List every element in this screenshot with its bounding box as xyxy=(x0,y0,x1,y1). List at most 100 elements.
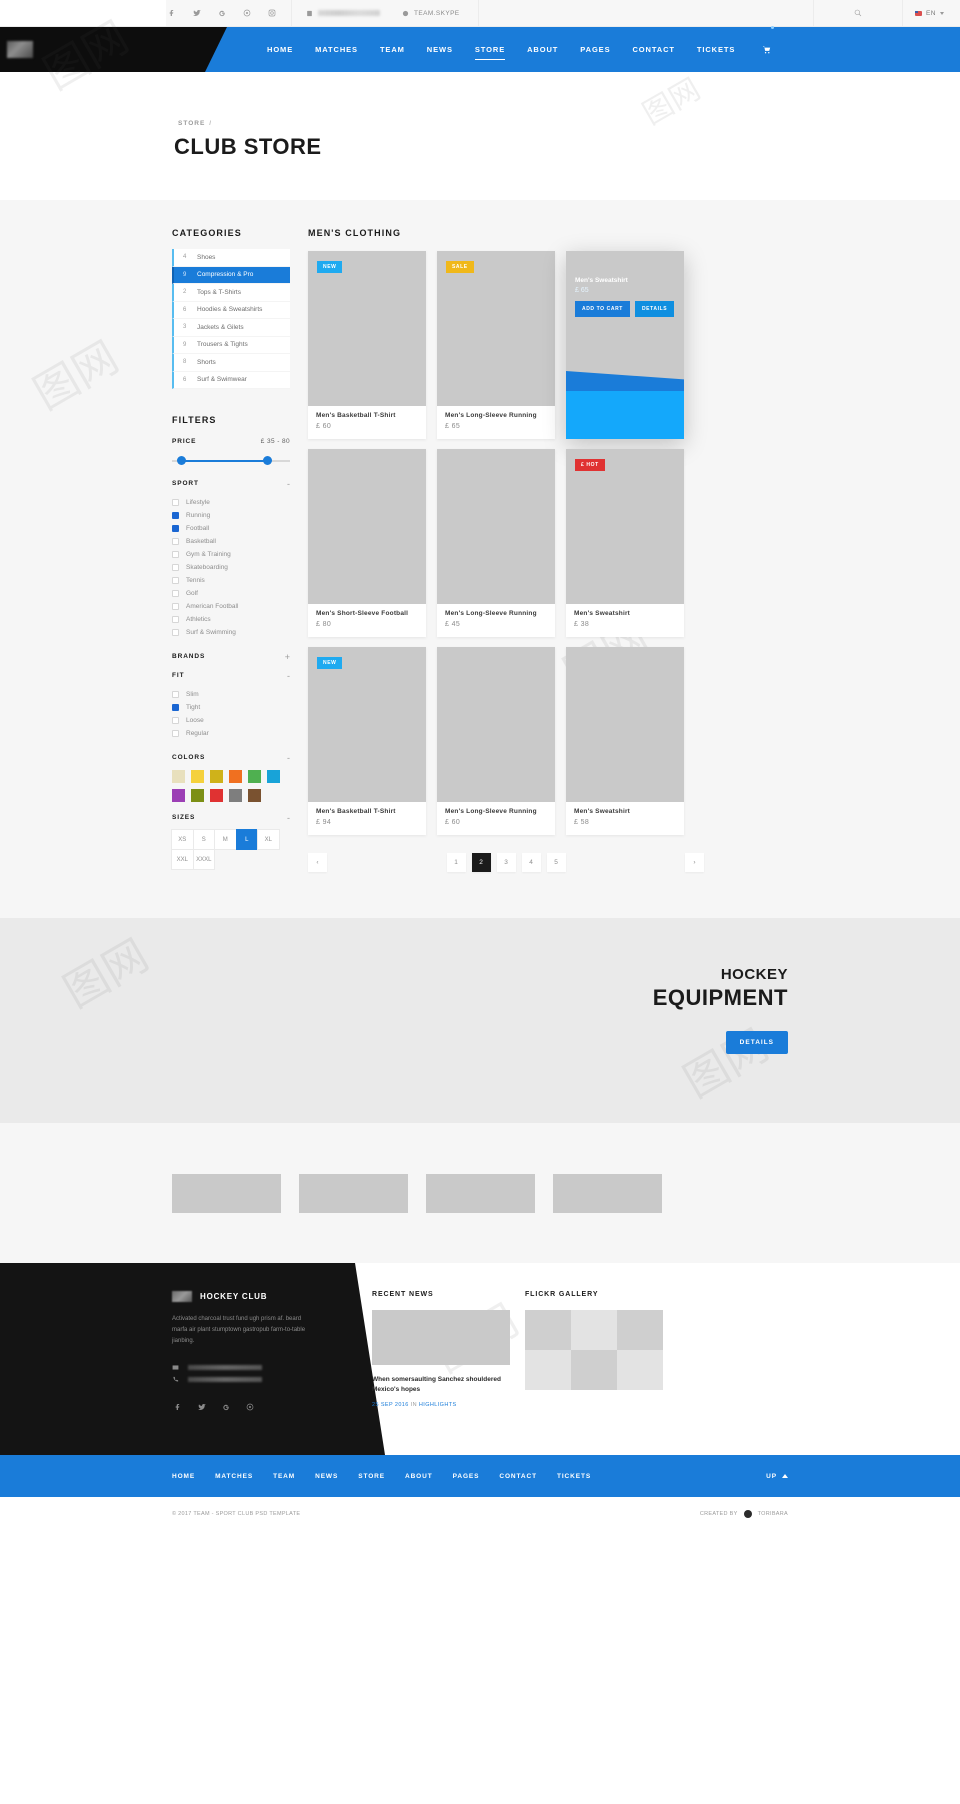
sport-filter-header[interactable]: SPORT - xyxy=(172,479,290,488)
checkbox-icon[interactable] xyxy=(172,564,179,571)
filter-checkbox-row[interactable]: Tight xyxy=(172,701,290,714)
flickr-thumb[interactable] xyxy=(525,1350,571,1390)
nav-link-tickets[interactable]: TICKETS xyxy=(697,42,735,57)
brand-logo[interactable] xyxy=(426,1173,535,1213)
nav-link-about[interactable]: ABOUT xyxy=(527,42,558,57)
category-item[interactable]: 2 Tops & T-Shirts xyxy=(172,284,290,302)
color-swatch[interactable] xyxy=(229,789,242,802)
instagram-icon[interactable] xyxy=(266,8,277,19)
flickr-thumb[interactable] xyxy=(617,1350,663,1390)
color-swatch[interactable] xyxy=(229,770,242,783)
nav-link-news[interactable]: NEWS xyxy=(427,42,453,57)
filter-checkbox-row[interactable]: Surf & Swimming xyxy=(172,626,290,639)
size-option[interactable]: M xyxy=(214,829,237,850)
author-name[interactable]: TORIBARA xyxy=(758,1511,788,1517)
scroll-up-button[interactable]: UP xyxy=(766,1473,788,1480)
product-card[interactable]: SALE Men's Long-Sleeve Running £ 65 xyxy=(437,251,555,439)
size-option[interactable]: XS xyxy=(171,829,194,850)
size-option[interactable]: XXXL xyxy=(192,849,215,870)
fit-toggle[interactable]: - xyxy=(287,671,290,680)
facebook-icon[interactable] xyxy=(166,8,177,19)
bottom-nav-link-pages[interactable]: PAGES xyxy=(453,1473,480,1480)
checkbox-icon[interactable] xyxy=(172,577,179,584)
checkbox-icon[interactable] xyxy=(172,603,179,610)
brands-filter-header[interactable]: BRANDS + xyxy=(172,652,290,661)
brand-logo[interactable] xyxy=(553,1173,662,1213)
product-card[interactable]: Men's Sweatshirt £ 65 ADD TO CART DETAILS xyxy=(566,251,684,439)
product-card[interactable]: NEW Men's Basketball T-Shirt £ 94 xyxy=(308,647,426,835)
footer-email-row[interactable] xyxy=(172,1361,312,1373)
product-card[interactable]: NEW Men's Basketball T-Shirt £ 60 xyxy=(308,251,426,439)
colors-filter-header[interactable]: COLORS - xyxy=(172,753,290,762)
pagination-page[interactable]: 2 xyxy=(471,853,491,872)
bottom-nav-link-contact[interactable]: CONTACT xyxy=(499,1473,537,1480)
category-item[interactable]: 9 Trousers & Tights xyxy=(172,336,290,354)
bottom-nav-link-matches[interactable]: MATCHES xyxy=(215,1473,253,1480)
category-item[interactable]: 9 Compression & Pro xyxy=(172,266,290,284)
filter-checkbox-row[interactable]: Regular xyxy=(172,727,290,740)
filter-checkbox-row[interactable]: Golf xyxy=(172,587,290,600)
nav-link-matches[interactable]: MATCHES xyxy=(315,42,358,57)
bottom-nav-link-home[interactable]: HOME xyxy=(172,1473,195,1480)
color-swatch[interactable] xyxy=(248,789,261,802)
pagination-page[interactable]: 3 xyxy=(496,853,516,872)
size-option[interactable]: S xyxy=(192,829,215,850)
google-plus-icon[interactable] xyxy=(220,1401,231,1412)
cart-button[interactable] xyxy=(761,26,775,72)
pinterest-icon[interactable] xyxy=(241,8,252,19)
pagination-page[interactable]: 1 xyxy=(446,853,466,872)
product-card[interactable]: Men's Sweatshirt £ 58 xyxy=(566,647,684,835)
category-item[interactable]: 4 Shoes xyxy=(172,249,290,267)
size-option[interactable]: L xyxy=(235,829,258,850)
checkbox-icon[interactable] xyxy=(172,538,179,545)
nav-link-store[interactable]: STORE xyxy=(474,42,506,60)
category-item[interactable]: 8 Shorts xyxy=(172,354,290,372)
twitter-icon[interactable] xyxy=(196,1401,207,1412)
product-card[interactable]: Men's Long-Sleeve Running £ 45 xyxy=(437,449,555,637)
checkbox-icon[interactable] xyxy=(172,629,179,636)
filter-checkbox-row[interactable]: Tennis xyxy=(172,574,290,587)
filter-checkbox-row[interactable]: Basketball xyxy=(172,535,290,548)
sizes-toggle[interactable]: - xyxy=(287,813,290,822)
footer-logo-row[interactable]: HOCKEY CLUB xyxy=(172,1291,312,1302)
checkbox-icon[interactable] xyxy=(172,512,179,519)
brand-logo[interactable] xyxy=(172,1173,281,1213)
color-swatch[interactable] xyxy=(248,770,261,783)
topbar-phone[interactable] xyxy=(306,10,380,17)
color-swatch[interactable] xyxy=(267,770,280,783)
checkbox-icon[interactable] xyxy=(172,704,179,711)
checkbox-icon[interactable] xyxy=(172,551,179,558)
product-card[interactable]: £ HOT Men's Sweatshirt £ 38 xyxy=(566,449,684,637)
bottom-nav-link-store[interactable]: STORE xyxy=(358,1473,385,1480)
news-title[interactable]: When somersaulting Sanchez shouldered Me… xyxy=(372,1375,510,1395)
flickr-thumb[interactable] xyxy=(571,1310,617,1350)
category-item[interactable]: 3 Jackets & Gilets xyxy=(172,319,290,337)
checkbox-icon[interactable] xyxy=(172,691,179,698)
twitter-icon[interactable] xyxy=(191,8,202,19)
slider-knob-min[interactable] xyxy=(177,456,186,465)
nav-link-contact[interactable]: CONTACT xyxy=(632,42,674,57)
color-swatch[interactable] xyxy=(191,770,204,783)
bottom-nav-link-news[interactable]: NEWS xyxy=(315,1473,338,1480)
filter-checkbox-row[interactable]: Lifestyle xyxy=(172,496,290,509)
bottom-nav-link-tickets[interactable]: TICKETS xyxy=(557,1473,591,1480)
color-swatch[interactable] xyxy=(210,789,223,802)
checkbox-icon[interactable] xyxy=(172,717,179,724)
equipment-details-button[interactable]: DETAILS xyxy=(725,1031,788,1054)
filter-checkbox-row[interactable]: Running xyxy=(172,509,290,522)
checkbox-icon[interactable] xyxy=(172,590,179,597)
add-to-cart-button[interactable]: ADD TO CART xyxy=(575,301,630,317)
pagination-page[interactable]: 5 xyxy=(546,853,566,872)
color-swatch[interactable] xyxy=(210,770,223,783)
details-button[interactable]: DETAILS xyxy=(634,301,675,317)
category-item[interactable]: 6 Hoodies & Sweatshirts xyxy=(172,301,290,319)
search-icon[interactable] xyxy=(812,0,903,26)
color-swatch[interactable] xyxy=(172,770,185,783)
pagination-prev[interactable]: ‹ xyxy=(308,853,327,872)
filter-checkbox-row[interactable]: Slim xyxy=(172,688,290,701)
facebook-icon[interactable] xyxy=(172,1401,183,1412)
sizes-filter-header[interactable]: SIZES - xyxy=(172,813,290,822)
breadcrumb-store[interactable]: STORE xyxy=(178,120,205,127)
brand-logo[interactable] xyxy=(299,1173,408,1213)
language-selector[interactable]: EN xyxy=(903,10,960,17)
